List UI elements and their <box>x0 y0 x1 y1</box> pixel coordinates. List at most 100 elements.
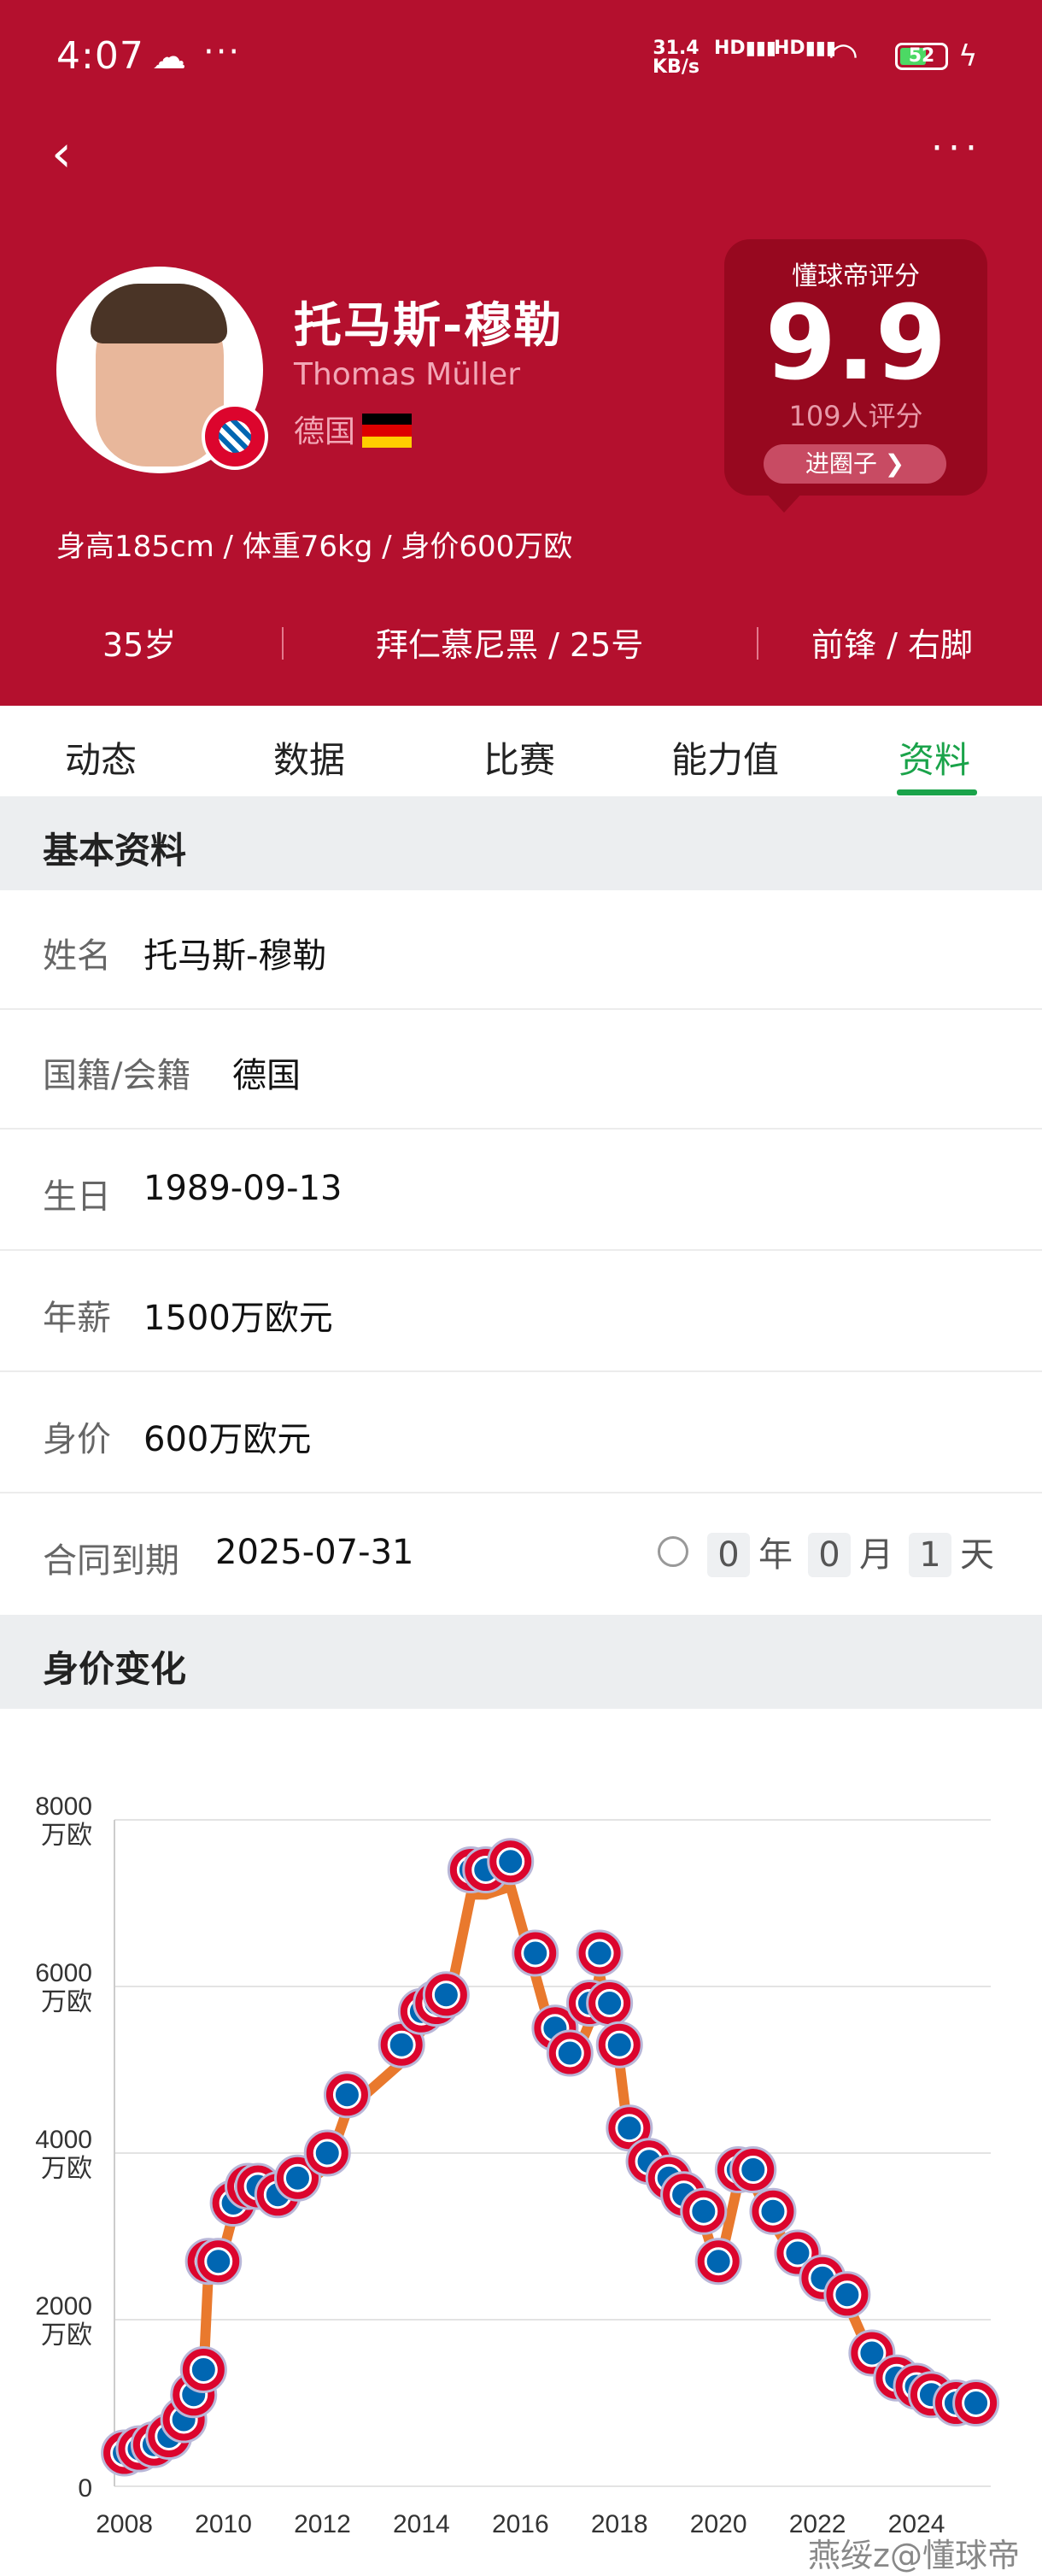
network-speed: 31.4 KB/s <box>653 39 700 77</box>
player-bio: 身高185cm / 体重76kg / 身价600万欧 <box>56 530 573 564</box>
tab-data[interactable]: 数据 <box>273 731 345 783</box>
badge-center <box>313 2139 342 2168</box>
watermark: 燕绥z@懂球帝 <box>808 2537 1020 2574</box>
data-point-badge[interactable] <box>586 1980 634 2027</box>
badge-center <box>758 2197 787 2226</box>
stats-divider <box>282 627 284 660</box>
battery-icon: 52 <box>895 43 948 70</box>
player-name-cn: 托马斯-穆勒 <box>294 298 564 354</box>
data-point-badge[interactable] <box>323 2071 371 2119</box>
y-tick-label: 0 <box>78 2474 92 2503</box>
data-point-badge[interactable] <box>823 2271 871 2319</box>
badge-center <box>689 2197 718 2226</box>
info-value: 1500万欧元 <box>143 1299 333 1338</box>
data-point-badge[interactable] <box>749 2187 797 2235</box>
stats-divider <box>757 627 758 660</box>
info-row-market-value: 身价 600万欧元 <box>0 1374 1042 1493</box>
signal-1-icon: HD▮▮▮ <box>714 38 777 59</box>
y-tick-unit: 万欧 <box>41 1988 92 2016</box>
club-badge-icon <box>202 403 268 470</box>
data-point-badge[interactable] <box>952 2379 1000 2426</box>
tab-ability[interactable]: 能力值 <box>671 731 779 783</box>
countdown-day-unit: 天 <box>960 1535 994 1575</box>
data-point-badge[interactable] <box>595 2021 643 2068</box>
section-title: 基本资料 <box>43 830 187 871</box>
badge-center <box>332 2080 361 2110</box>
wifi-icon: ◠ <box>828 36 858 75</box>
badge-center <box>496 1847 525 1876</box>
signal-2-label: HD <box>774 38 805 59</box>
chevron-left-icon[interactable]: ‹ <box>51 128 85 179</box>
market-value-chart-svg: 02000万欧4000万欧6000万欧8000万欧2008 2010 2012 201… <box>35 1793 1000 2538</box>
clock-icon <box>658 1536 688 1567</box>
data-point-badge[interactable] <box>546 2029 594 2077</box>
x-tick-label: 2018 <box>591 2510 648 2538</box>
y-tick-unit: 万欧 <box>41 2155 92 2183</box>
data-point-badge[interactable] <box>179 2346 227 2393</box>
info-key: 身价 <box>43 1420 111 1459</box>
weather-icon: ☁ <box>152 38 186 77</box>
rating-count: 109人评分 <box>788 400 923 432</box>
data-point-badge[interactable] <box>195 2238 243 2286</box>
info-value: 托马斯-穆勒 <box>143 936 327 976</box>
status-bar: 4:07 ☁ ··· 31.4 KB/s HD▮▮▮ HD▮▮▮ ◠ 52 ϟ <box>0 0 1042 120</box>
y-tick-label: 2000 <box>35 2292 92 2321</box>
x-tick-label: 2020 <box>690 2510 747 2538</box>
data-point-badge[interactable] <box>422 1971 470 2019</box>
badge-center <box>387 2030 416 2059</box>
active-tab-indicator <box>897 789 977 795</box>
basic-info-header: 基本资料 <box>0 796 1042 890</box>
player-header: 4:07 ☁ ··· 31.4 KB/s HD▮▮▮ HD▮▮▮ ◠ 52 ϟ … <box>0 0 1042 706</box>
y-tick-unit: 万欧 <box>41 2321 92 2350</box>
join-circle-button[interactable]: 进圈子 ❯ <box>764 444 946 484</box>
data-point-badge[interactable] <box>303 2129 351 2177</box>
y-tick-label: 4000 <box>35 2126 92 2154</box>
data-point-badge[interactable] <box>680 2187 728 2235</box>
x-tick-label: 2008 <box>96 2510 153 2538</box>
data-point-badge[interactable] <box>576 1929 623 1977</box>
rating-card[interactable]: 懂球帝评分 9.9 109人评分 进圈子 ❯ <box>724 239 987 496</box>
tab-profile[interactable]: 资料 <box>899 731 970 783</box>
data-point-badge[interactable] <box>487 1838 535 1886</box>
signal-2-icon: HD▮▮▮ <box>774 38 837 59</box>
countdown-year-unit: 年 <box>758 1535 793 1575</box>
market-value-chart: 0 2000 万欧 4000 万欧 6000 万欧 8000 万欧 2008 2010 2012 201… <box>0 1709 1042 2571</box>
info-key: 生日 <box>43 1177 111 1217</box>
y-tick-label: 8000 <box>35 1793 92 1821</box>
badge-center <box>615 2114 644 2143</box>
y-tick-unit: 万欧 <box>41 1822 92 1850</box>
section-title: 身价变化 <box>43 1648 187 1690</box>
info-row-salary: 年薪 1500万欧元 <box>0 1253 1042 1372</box>
y-tick-label: 6000 <box>35 1959 92 1987</box>
info-value: 1989-09-13 <box>143 1169 342 1208</box>
signal-1-label: HD <box>714 38 746 59</box>
badge-center <box>521 1939 550 1968</box>
countdown-years: 0 <box>707 1533 750 1577</box>
data-point-badge[interactable] <box>729 2146 777 2193</box>
rating-tail <box>765 492 803 513</box>
badge-center <box>595 1989 624 2017</box>
badge-center <box>189 2356 218 2384</box>
more-dots-icon[interactable]: ··· <box>931 126 982 170</box>
badge-center <box>833 2280 862 2309</box>
notification-dots-icon: ··· <box>203 32 242 72</box>
info-key: 合同到期 <box>43 1541 179 1581</box>
data-point-badge[interactable] <box>512 1929 559 1977</box>
tab-matches[interactable]: 比赛 <box>483 731 555 783</box>
player-position: 前锋 / 右脚 <box>811 626 973 664</box>
germany-flag-icon <box>362 414 412 448</box>
info-key: 年薪 <box>43 1299 111 1338</box>
player-nation: 德国 <box>294 414 356 449</box>
player-club-number[interactable]: 拜仁慕尼黑 / 25号 <box>376 619 643 666</box>
net-speed-value: 31.4 <box>653 38 700 59</box>
tab-news[interactable]: 动态 <box>65 731 137 783</box>
countdown-month-unit: 月 <box>859 1535 893 1575</box>
rating-score: 9.9 <box>764 285 947 403</box>
info-row-contract: 合同到期 2025-07-31 0 年 0 月 1 天 <box>0 1495 1042 1615</box>
tab-bar: 动态 数据 比赛 能力值 资料 <box>0 706 1042 796</box>
badge-center <box>283 2163 312 2192</box>
player-age: 35岁 <box>102 626 177 664</box>
info-key: 姓名 <box>43 936 111 976</box>
data-point-badge[interactable] <box>694 2238 742 2286</box>
info-row-birthday: 生日 1989-09-13 <box>0 1131 1042 1251</box>
